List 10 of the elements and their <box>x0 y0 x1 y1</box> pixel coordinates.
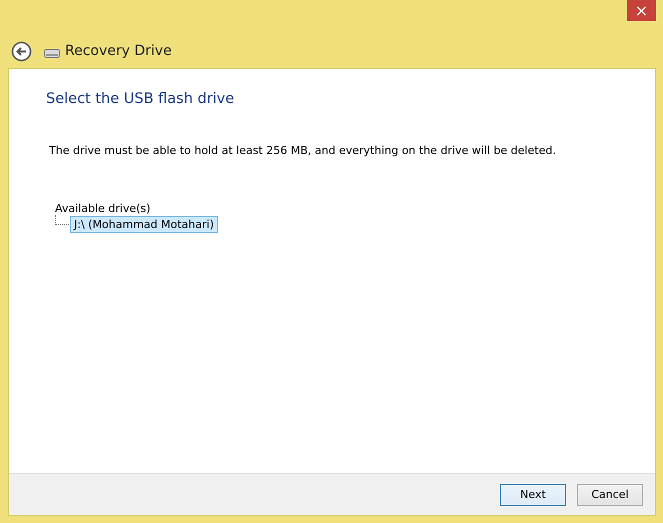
tree-label: Available drive(s) <box>55 202 152 215</box>
drive-item[interactable]: J:\ (Mohammad Motahari) <box>70 216 218 233</box>
description-text: The drive must be able to hold at least 256 MB, and everything on the drive will be deleted. <box>49 144 557 157</box>
page-heading: Select the USB flash drive <box>46 91 236 107</box>
drive-icon <box>44 48 60 58</box>
back-icon[interactable] <box>11 40 32 62</box>
window-title: Recovery Drive <box>65 43 172 59</box>
cancel-button[interactable]: Cancel <box>577 484 643 506</box>
next-button[interactable]: Next <box>500 484 566 506</box>
close-button[interactable]: × <box>627 0 656 21</box>
